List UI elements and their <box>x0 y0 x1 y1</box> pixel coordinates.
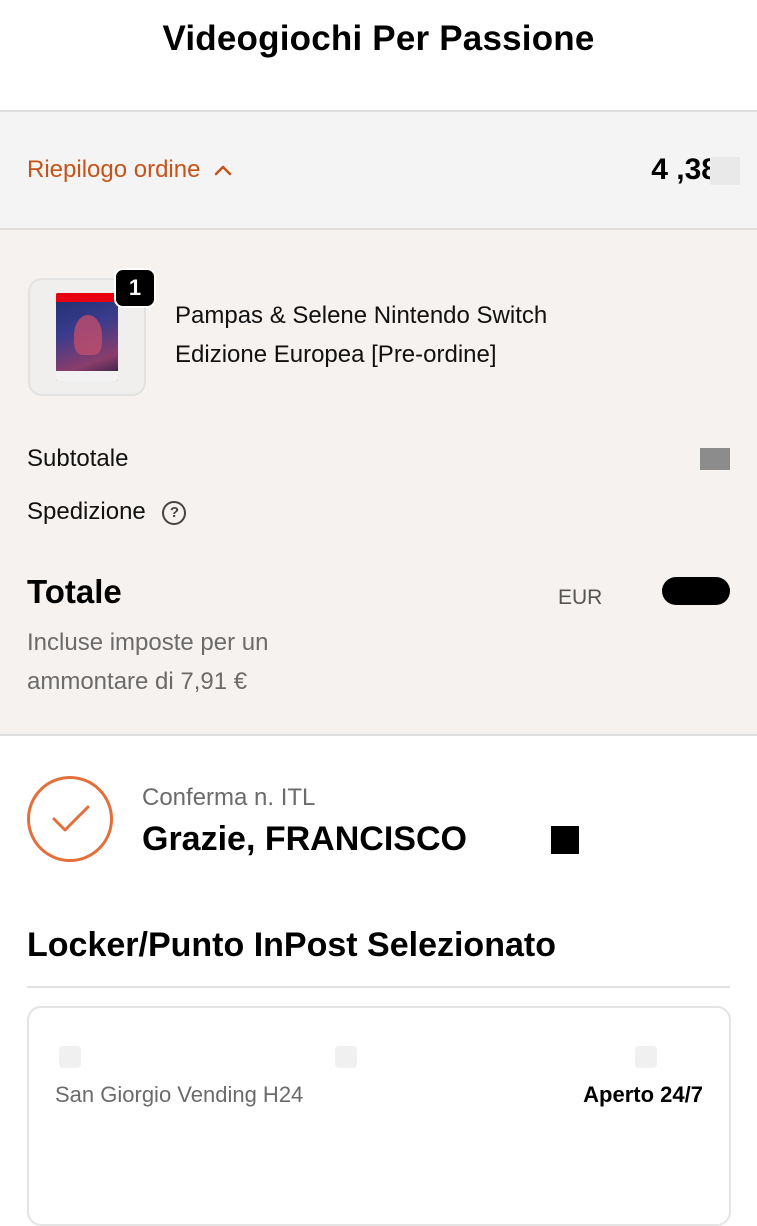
order-confirmation: Conferma n. ITL Grazie, FRANCISCO <box>0 776 757 868</box>
store-title: Videogiochi Per Passione <box>162 19 595 58</box>
tax-note: Incluse imposte per un ammontare di 7,91… <box>27 629 269 695</box>
divider <box>27 986 730 988</box>
chevron-up-icon <box>215 165 232 176</box>
redaction-mask <box>700 448 730 470</box>
blurred-icon <box>59 1046 81 1068</box>
locker-point-name: San Giorgio Vending H24 <box>55 1082 304 1107</box>
total-label: Totale <box>27 573 122 610</box>
shipping-label: Spedizione <box>27 498 146 525</box>
redaction-mask <box>710 157 740 185</box>
order-summary-price-value: 4 ,38 <box>651 153 718 186</box>
subtotal-label: Subtotale <box>27 445 129 472</box>
thank-you-message: Grazie, FRANCISCO <box>142 820 467 858</box>
order-summary-toggle-left[interactable]: Riepilogo ordine <box>27 156 232 184</box>
blurred-icon <box>335 1046 357 1068</box>
product-thumbnail: 1 <box>28 268 156 396</box>
subtotal-row: Subtotale <box>27 445 730 473</box>
locker-card[interactable]: San Giorgio Vending H24 Aperto 24/7 <box>27 1006 731 1226</box>
order-summary-toggle[interactable]: Riepilogo ordine 4 ,38 <box>0 112 757 230</box>
order-summary-price: 4 ,38 <box>651 153 740 187</box>
quantity-badge: 1 <box>114 268 156 308</box>
redaction-mask <box>551 826 579 854</box>
shipping-row: Spedizione ? <box>27 498 730 526</box>
total-currency: EUR <box>558 586 603 609</box>
locker-hours: Aperto 24/7 <box>583 1082 703 1107</box>
confirmation-number: Conferma n. ITL <box>142 784 316 811</box>
check-circle-icon <box>27 776 113 862</box>
question-circle-icon[interactable]: ? <box>162 500 187 525</box>
product-title: Pampas & Selene Nintendo Switch Edizione… <box>175 302 548 368</box>
redaction-mask <box>662 577 730 605</box>
order-details: 1 Pampas & Selene Nintendo Switch Edizio… <box>0 230 757 736</box>
store-header: Videogiochi Per Passione <box>0 0 757 112</box>
order-summary-label: Riepilogo ordine <box>27 156 201 183</box>
game-cover-art <box>56 293 118 381</box>
shipping-label-wrap: Spedizione ? <box>27 498 187 526</box>
blurred-icon <box>635 1046 657 1068</box>
locker-section-title: Locker/Punto InPost Selezionato <box>27 926 556 964</box>
